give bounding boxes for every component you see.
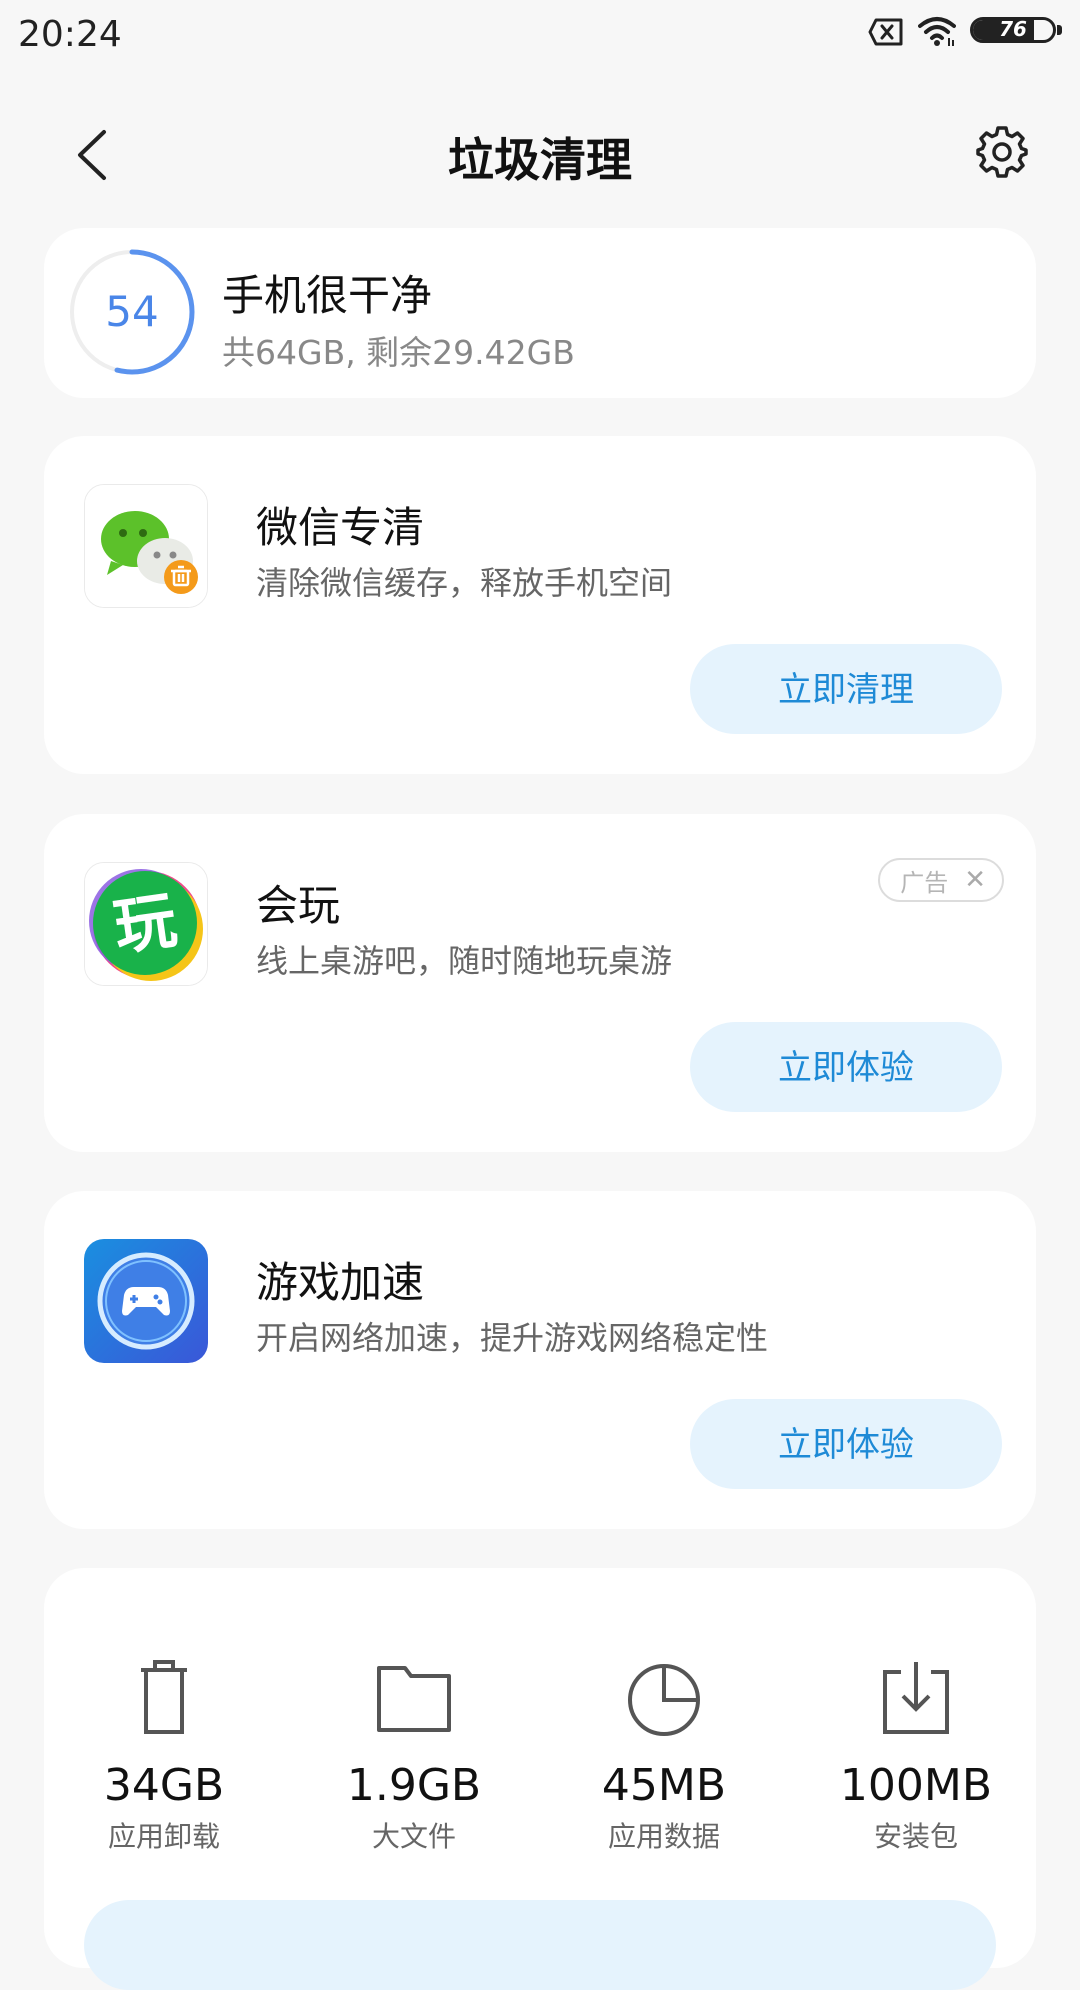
stat-install-packages[interactable]: 100MB 安装包	[816, 1648, 1016, 1855]
storage-stats-card: 34GB 应用卸载 1.9GB 大文件 45MB 应用数据 100MB 安装包	[44, 1568, 1036, 1990]
storage-summary-card[interactable]: 54 手机很干净 共64GB, 剩余29.42GB	[44, 228, 1036, 398]
stat-label: 大文件	[371, 1820, 456, 1853]
feature-description: 线上桌游吧，随时随地玩桌游	[256, 942, 673, 980]
wechat-clean-app-icon	[84, 484, 208, 608]
feature-title: 游戏加速	[256, 1258, 425, 1307]
feature-description: 开启网络加速，提升游戏网络稳定性	[256, 1319, 769, 1357]
stat-value: 100MB	[839, 1760, 993, 1811]
stat-label: 应用卸载	[107, 1820, 220, 1853]
close-icon[interactable]: ✕	[964, 865, 986, 895]
folder-icon	[377, 1666, 451, 1732]
status-icons: 76	[868, 16, 1064, 48]
stat-label: 应用数据	[607, 1820, 720, 1853]
clean-now-button[interactable]: 立即清理	[690, 644, 1002, 734]
stat-app-data[interactable]: 45MB 应用数据	[564, 1648, 764, 1855]
stat-app-uninstall[interactable]: 34GB 应用卸载	[64, 1648, 264, 1855]
status-time: 20:24	[18, 14, 122, 55]
feature-title: 微信专清	[256, 503, 425, 552]
pie-chart-icon	[628, 1664, 700, 1736]
trash-icon	[141, 1660, 187, 1734]
header: 垃圾清理	[0, 100, 1080, 210]
try-now-button[interactable]: 立即体验	[690, 1022, 1002, 1112]
sim-error-icon	[868, 18, 903, 46]
storage-capacity-text: 共64GB, 剩余29.42GB	[222, 333, 575, 372]
stat-value: 1.9GB	[346, 1760, 482, 1811]
stat-value: 45MB	[601, 1760, 727, 1811]
score-value: 54	[105, 287, 159, 336]
wechat-clean-card[interactable]: 微信专清 清除微信缓存，释放手机空间 立即清理	[44, 436, 1036, 774]
ad-label: 广告	[900, 868, 949, 897]
huiwan-icon-text: 玩	[109, 883, 181, 964]
stat-label: 安装包	[873, 1820, 958, 1853]
game-boost-card[interactable]: 游戏加速 开启网络加速，提升游戏网络稳定性 立即体验	[44, 1191, 1036, 1529]
battery-indicator: 76	[970, 17, 1064, 47]
wifi-icon	[918, 17, 956, 46]
stat-value: 34GB	[103, 1760, 225, 1811]
ad-badge[interactable]: 广告 ✕	[878, 858, 1004, 902]
feature-title: 会玩	[256, 881, 341, 930]
page-title: 垃圾清理	[448, 133, 632, 187]
huiwan-app-icon: 玩	[84, 862, 208, 986]
status-bar: 20:24 76	[0, 0, 1080, 74]
score-ring: 54	[68, 248, 196, 376]
battery-level: 76	[999, 17, 1027, 41]
bottom-action-button[interactable]	[84, 1900, 996, 1990]
feature-description: 清除微信缓存，释放手机空间	[256, 564, 673, 602]
try-now-button[interactable]: 立即体验	[690, 1399, 1002, 1489]
storage-status-title: 手机很干净	[222, 271, 433, 320]
game-boost-app-icon	[84, 1239, 208, 1363]
settings-button[interactable]	[972, 122, 1032, 182]
huiwan-ad-card[interactable]: 玩 会玩 线上桌游吧，随时随地玩桌游 广告 ✕ 立即体验	[44, 814, 1036, 1152]
gear-icon	[976, 126, 1028, 178]
download-box-icon	[883, 1662, 949, 1734]
stat-large-files[interactable]: 1.9GB 大文件	[314, 1648, 514, 1855]
